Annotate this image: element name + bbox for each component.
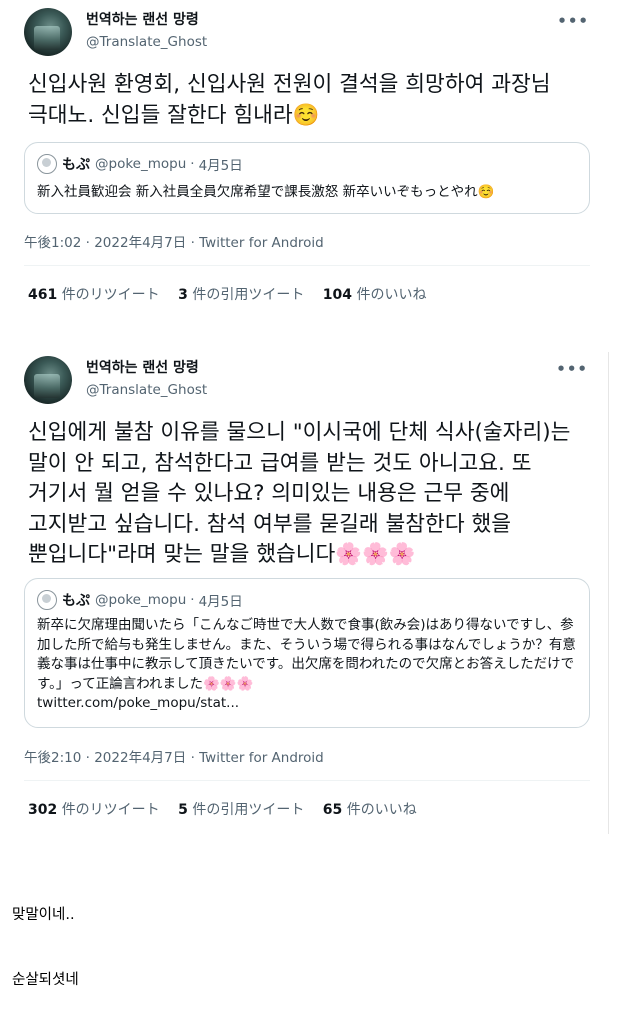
quoted-text-body: 新入社員歓迎会 新入社員全員欠席希望で課長激怒 新卒いいぞもっとやれ (37, 184, 478, 200)
likes-stat[interactable]: 104 件のいいね (323, 284, 427, 304)
divider (24, 780, 590, 781)
tweet-date[interactable]: 2022年4月7日 (94, 235, 186, 251)
quoted-tweet-link[interactable]: twitter.com/poke_mopu/stat... (37, 695, 239, 711)
quoted-author-handle: @poke_mopu (95, 592, 187, 608)
tweet-client: Twitter for Android (199, 235, 324, 251)
quoted-tweet-header: もぷ @poke_mopu · 4月5日 (37, 154, 243, 174)
author-block: 번역하는 랜선 망령 @Translate_Ghost (86, 11, 207, 51)
meta-separator: · (190, 750, 195, 766)
smiling-face-emoji: ☺️ (477, 184, 495, 200)
retweets-stat[interactable]: 302 件のリツイート (28, 799, 160, 819)
quoted-avatar (37, 590, 57, 610)
more-horizontal-icon[interactable]: ••• (556, 360, 588, 378)
comment-text-2: 순살되셧네 (12, 972, 79, 988)
tweet-time[interactable]: 午後2:10 (24, 750, 81, 766)
quotes-label: 件の引用ツイート (192, 802, 305, 818)
likes-count: 104 (322, 287, 353, 303)
tweet-stats: 461 件のリツイート 3 件の引用ツイート 104 件のいいね (28, 284, 440, 304)
quoted-separator: · (190, 592, 195, 608)
meta-separator: · (190, 235, 195, 251)
avatar[interactable] (24, 8, 72, 56)
tweet-client: Twitter for Android (199, 750, 324, 766)
quoted-tweet[interactable]: もぷ @poke_mopu · 4月5日 新入社員歓迎会 新入社員全員欠席希望で… (24, 142, 590, 214)
quotes-stat[interactable]: 5 件の引用ツイート (178, 799, 304, 819)
retweets-label: 件のリツイート (61, 802, 160, 818)
tweet-meta: 午後1:02 · 2022年4月7日 · Twitter for Android (24, 231, 324, 251)
author-block: 번역하는 랜선 망령 @Translate_Ghost (86, 359, 207, 399)
tweet-text: 신입에게 불참 이유를 물으니 "이시국에 단체 식사(술자리)는 말이 안 되… (28, 418, 586, 571)
tweet-date[interactable]: 2022年4月7日 (94, 750, 186, 766)
cherry-blossom-emoji: 🌸🌸🌸 (335, 542, 416, 567)
quoted-text: 新卒に欠席理由聞いたら「こんなご時世で大人数で食事(飲み会)はあり得ないですし、… (37, 616, 577, 714)
quoted-author-name: もぷ (62, 157, 90, 173)
likes-label: 件のいいね (346, 802, 417, 818)
tweet-stats: 302 件のリツイート 5 件の引用ツイート 65 件のいいね (28, 799, 431, 819)
retweets-label: 件のリツイート (61, 287, 160, 303)
quoted-author-name: もぷ (62, 593, 90, 609)
likes-stat[interactable]: 65 件のいいね (323, 799, 417, 819)
more-horizontal-icon[interactable]: ••• (557, 12, 589, 30)
likes-label: 件のいいね (356, 287, 427, 303)
retweets-count: 302 (28, 802, 58, 818)
meta-separator: · (85, 750, 90, 766)
quoted-text: 新入社員歓迎会 新入社員全員欠席希望で課長激怒 新卒いいぞもっとやれ☺️ (37, 183, 577, 203)
quoted-tweet[interactable]: もぷ @poke_mopu · 4月5日 新卒に欠席理由聞いたら「こんなご時世で… (24, 578, 590, 728)
quotes-count: 5 (178, 802, 188, 818)
tweet-meta: 午後2:10 · 2022年4月7日 · Twitter for Android (24, 746, 324, 766)
quoted-text-body: 新卒に欠席理由聞いたら「こんなご時世で大人数で食事(飲み会)はあり得ないですし、… (37, 617, 576, 692)
tweet-time[interactable]: 午後1:02 (24, 235, 81, 251)
retweets-stat[interactable]: 461 件のリツイート (28, 284, 160, 304)
meta-separator: · (85, 235, 90, 251)
likes-count: 65 (322, 802, 343, 818)
tweet-text-body: 신입에게 불참 이유를 물으니 "이시국에 단체 식사(술자리)는 말이 안 되… (28, 420, 571, 567)
author-display-name[interactable]: 번역하는 랜선 망령 (86, 11, 207, 29)
quoted-author-handle: @poke_mopu (95, 156, 187, 172)
author-display-name[interactable]: 번역하는 랜선 망령 (86, 359, 207, 377)
quoted-tweet-header: もぷ @poke_mopu · 4月5日 (37, 590, 243, 610)
comment-text-1: 맞말이네.. (12, 907, 75, 923)
quoted-date: 4月5日 (198, 594, 243, 610)
quoted-date: 4月5日 (198, 158, 243, 174)
tweet-text: 신입사원 환영회, 신입사원 전원이 결석을 희망하여 과장님 극대노. 신입들… (28, 70, 588, 131)
quotes-count: 3 (178, 287, 188, 303)
quoted-avatar (37, 154, 57, 174)
divider (24, 265, 590, 266)
author-handle[interactable]: @Translate_Ghost (86, 33, 207, 51)
tweet-card-1: 번역하는 랜선 망령 @Translate_Ghost ••• 신입사원 환영회… (0, 0, 609, 320)
author-handle[interactable]: @Translate_Ghost (86, 381, 207, 399)
avatar[interactable] (24, 356, 72, 404)
smiling-face-emoji: ☺️ (292, 102, 320, 128)
quotes-stat[interactable]: 3 件の引用ツイート (178, 284, 304, 304)
tweet-card-2: 번역하는 랜선 망령 @Translate_Ghost ••• 신입에게 불참 … (0, 352, 609, 834)
quotes-label: 件の引用ツイート (192, 287, 305, 303)
tweet-text-body: 신입사원 환영회, 신입사원 전원이 결석을 희망하여 과장님 극대노. 신입들… (28, 72, 551, 128)
retweets-count: 461 (28, 287, 58, 303)
cherry-blossom-emoji: 🌸🌸🌸 (203, 675, 254, 692)
quoted-separator: · (190, 156, 195, 172)
